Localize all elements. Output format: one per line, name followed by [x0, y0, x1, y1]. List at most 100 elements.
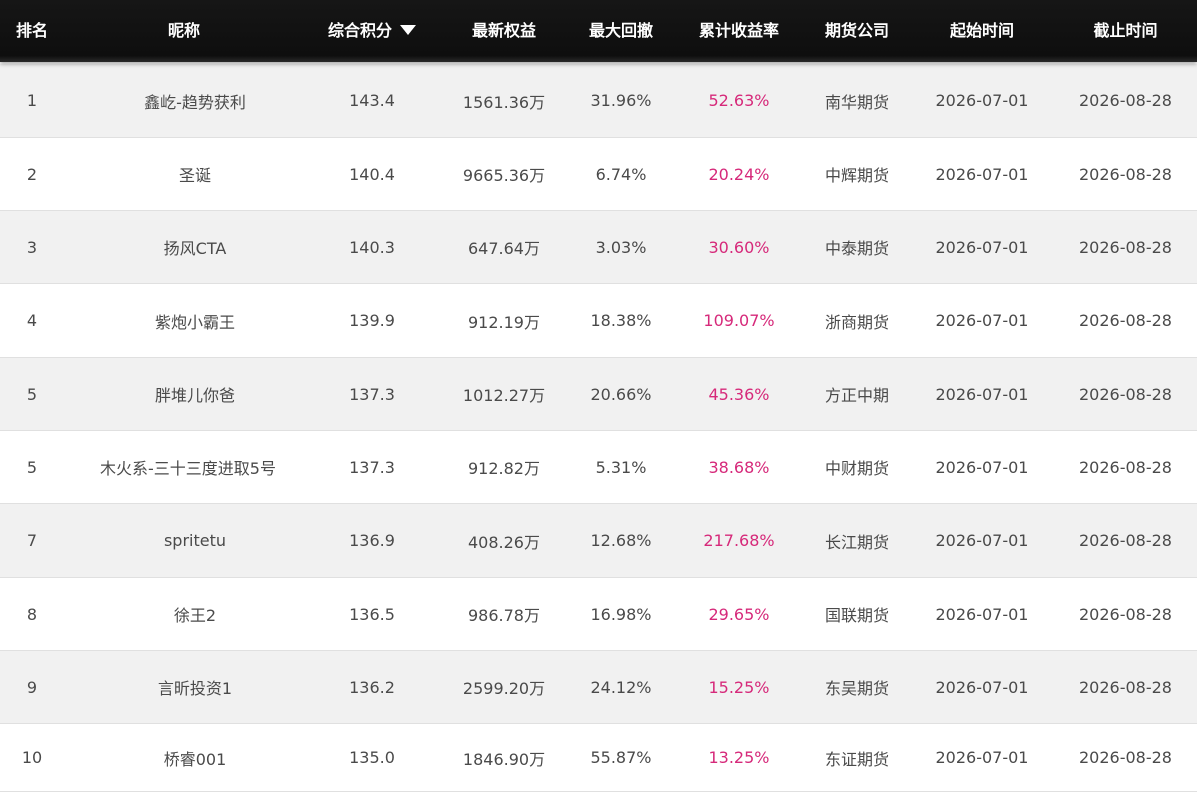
- column-header-drawdown[interactable]: 最大回撤: [566, 0, 676, 62]
- table-row[interactable]: 4 紫炮小霸王 139.9 912.19万 18.38% 109.07% 浙商期货 2026-…: [0, 284, 1197, 358]
- drawdown-cell: 16.98%: [590, 604, 652, 624]
- yield-cell: 109.07%: [703, 311, 775, 330]
- score-cell: 143.4: [349, 91, 395, 110]
- score-cell: 137.3: [349, 457, 395, 477]
- equity-cell: 9665.36万: [462, 166, 546, 185]
- yield-cell: 13.25%: [708, 748, 770, 767]
- equity-cell: 912.19万: [468, 312, 540, 332]
- table-row[interactable]: 3 扬风CTA 140.3 647.64万 3.03% 30.60% 中泰期货 2026-07…: [0, 211, 1197, 284]
- end-date-cell: 2026-08-28: [1079, 457, 1172, 477]
- equity-cell: 1561.36万: [462, 92, 546, 112]
- end-date-cell: 2026-08-28: [1079, 237, 1172, 257]
- nickname-cell: 胖堆儿你爸: [154, 386, 235, 405]
- nickname-cell: spritetu: [163, 531, 227, 550]
- end-date-cell: 2026-08-28: [1079, 604, 1172, 624]
- column-header-end[interactable]: 截止时间: [1054, 0, 1197, 62]
- rank-cell: 9: [26, 677, 38, 697]
- column-header-equity[interactable]: 最新权益: [444, 0, 564, 62]
- rank-cell: 4: [26, 311, 38, 330]
- score-cell: 135.0: [349, 748, 395, 767]
- nickname-cell: 圣诞: [178, 166, 211, 185]
- score-cell: 137.3: [349, 384, 395, 404]
- triangle-down-icon[interactable]: [400, 24, 416, 35]
- start-date-cell: 2026-07-01: [935, 531, 1029, 550]
- yield-cell: 20.24%: [708, 164, 770, 184]
- equity-cell: 912.82万: [468, 459, 540, 478]
- table-row[interactable]: 5 胖堆儿你爸 137.3 1012.27万 20.66% 45.36% 方正中期 2026-…: [0, 358, 1197, 431]
- score-cell: 136.9: [349, 531, 395, 550]
- score-cell: 136.5: [349, 604, 395, 624]
- company-cell: 国联期货: [824, 606, 889, 625]
- equity-cell: 1012.27万: [462, 386, 546, 405]
- yield-cell: 217.68%: [703, 531, 775, 550]
- yield-cell: 38.68%: [708, 457, 770, 477]
- column-header-start[interactable]: 起始时间: [912, 0, 1052, 62]
- table-row[interactable]: 9 言昕投资1 136.2 2599.20万 24.12% 15.25% 东吴期货 2026-…: [0, 651, 1197, 724]
- yield-cell: 52.63%: [708, 91, 770, 110]
- equity-cell: 408.26万: [468, 532, 540, 552]
- start-date-cell: 2026-07-01: [935, 457, 1029, 477]
- yield-cell: 29.65%: [708, 604, 770, 624]
- end-date-cell: 2026-08-28: [1079, 91, 1172, 110]
- company-cell: 方正中期: [824, 386, 889, 405]
- score-cell: 136.2: [349, 677, 395, 697]
- table-row[interactable]: 1 鑫屹-趋势获利 143.4 1561.36万 31.96% 52.63% 南华期货 202…: [0, 64, 1197, 138]
- start-date-cell: 2026-07-01: [935, 384, 1029, 404]
- end-date-cell: 2026-08-28: [1079, 311, 1172, 330]
- yield-cell: 30.60%: [708, 237, 770, 257]
- company-cell: 中辉期货: [824, 166, 889, 185]
- drawdown-cell: 20.66%: [590, 384, 652, 404]
- rank-cell: 5: [26, 457, 38, 477]
- end-date-cell: 2026-08-28: [1079, 677, 1172, 697]
- rank-cell: 5: [26, 384, 38, 404]
- score-cell: 140.4: [349, 164, 395, 184]
- drawdown-cell: 12.68%: [590, 531, 652, 550]
- rank-cell: 7: [26, 531, 38, 550]
- nickname-cell: 言昕投资1: [157, 679, 233, 698]
- yield-cell: 45.36%: [708, 384, 770, 404]
- column-header-score[interactable]: 综合积分: [302, 0, 442, 62]
- table-row[interactable]: 8 徐王2 136.5 986.78万 16.98% 29.65% 国联期货 2026-07-…: [0, 578, 1197, 651]
- rank-cell: 1: [26, 91, 38, 110]
- yield-cell: 15.25%: [708, 677, 770, 697]
- column-header-score-label: 综合积分: [327, 21, 392, 40]
- column-header-rank[interactable]: 排名: [0, 0, 64, 62]
- drawdown-cell: 55.87%: [590, 748, 652, 767]
- rank-cell: 2: [26, 164, 38, 184]
- drawdown-cell: 18.38%: [590, 311, 652, 330]
- company-cell: 东吴期货: [824, 679, 889, 698]
- start-date-cell: 2026-07-01: [935, 604, 1029, 624]
- nickname-cell: 鑫屹-趋势获利: [144, 92, 246, 112]
- company-cell: 中泰期货: [824, 239, 889, 258]
- column-header-nickname[interactable]: 昵称: [84, 0, 284, 62]
- ranking-table: 排名 昵称 综合积分 最新权益 最大回撤 累计收益率 期货公司 起始时间 截止时…: [0, 0, 1197, 792]
- equity-cell: 1846.90万: [462, 749, 546, 769]
- start-date-cell: 2026-07-01: [935, 677, 1029, 697]
- drawdown-cell: 5.31%: [595, 457, 647, 477]
- end-date-cell: 2026-08-28: [1079, 531, 1172, 550]
- end-date-cell: 2026-08-28: [1079, 748, 1172, 767]
- nickname-cell: 扬风CTA: [163, 239, 227, 258]
- start-date-cell: 2026-07-01: [935, 164, 1029, 184]
- drawdown-cell: 6.74%: [595, 164, 647, 184]
- nickname-cell: 紫炮小霸王: [154, 312, 235, 332]
- rank-cell: 3: [26, 237, 38, 257]
- start-date-cell: 2026-07-01: [935, 311, 1029, 330]
- drawdown-cell: 3.03%: [595, 237, 647, 257]
- column-header-company[interactable]: 期货公司: [802, 0, 912, 62]
- table-row[interactable]: 2 圣诞 140.4 9665.36万 6.74% 20.24% 中辉期货 2026-07-0…: [0, 138, 1197, 211]
- nickname-cell: 桥睿001: [163, 749, 227, 769]
- drawdown-cell: 24.12%: [590, 677, 652, 697]
- rank-cell: 10: [21, 748, 43, 767]
- start-date-cell: 2026-07-01: [935, 91, 1029, 110]
- column-header-yield[interactable]: 累计收益率: [678, 0, 800, 62]
- table-row[interactable]: 7 spritetu 136.9 408.26万 12.68% 217.68% 长江期货 20…: [0, 504, 1197, 578]
- equity-cell: 647.64万: [468, 239, 540, 258]
- end-date-cell: 2026-08-28: [1079, 164, 1172, 184]
- table-row[interactable]: 10 桥睿001 135.0 1846.90万 55.87% 13.25% 东证期货 2026…: [0, 724, 1197, 792]
- score-cell: 140.3: [349, 237, 395, 257]
- nickname-cell: 木火系-三十三度进取5号: [100, 459, 276, 478]
- table-row[interactable]: 5 木火系-三十三度进取5号 137.3 912.82万 5.31% 38.68% 中财期货…: [0, 431, 1197, 504]
- nickname-cell: 徐王2: [173, 606, 217, 625]
- rank-cell: 8: [26, 604, 38, 624]
